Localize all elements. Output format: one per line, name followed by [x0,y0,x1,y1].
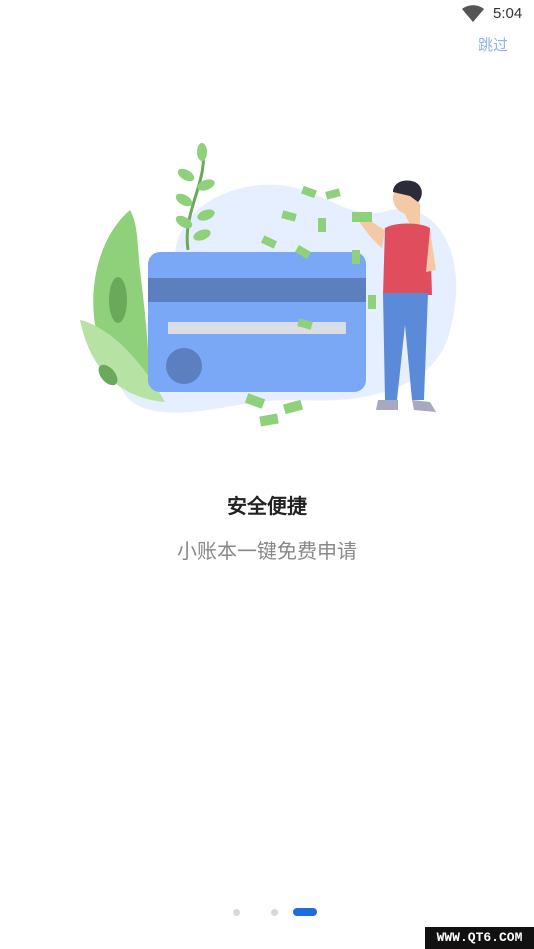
card-chip [166,348,202,384]
page-subtitle: 小账本一键免费申请 [177,539,357,563]
status-bar: 5:04 [0,0,534,30]
wifi-icon [462,5,484,22]
skip-button[interactable]: 跳过 [478,34,508,55]
card-stripe [148,278,366,302]
card-signature-strip [168,322,346,334]
page-dot-active[interactable] [293,908,317,916]
page-dot[interactable] [233,909,240,916]
watermark: WWW.QT6.COM [425,927,534,949]
status-time: 5:04 [493,5,523,22]
page-dot[interactable] [271,909,278,916]
page-indicator [0,907,534,917]
onboarding-illustration [80,143,457,427]
page-title: 安全便捷 [227,494,307,518]
